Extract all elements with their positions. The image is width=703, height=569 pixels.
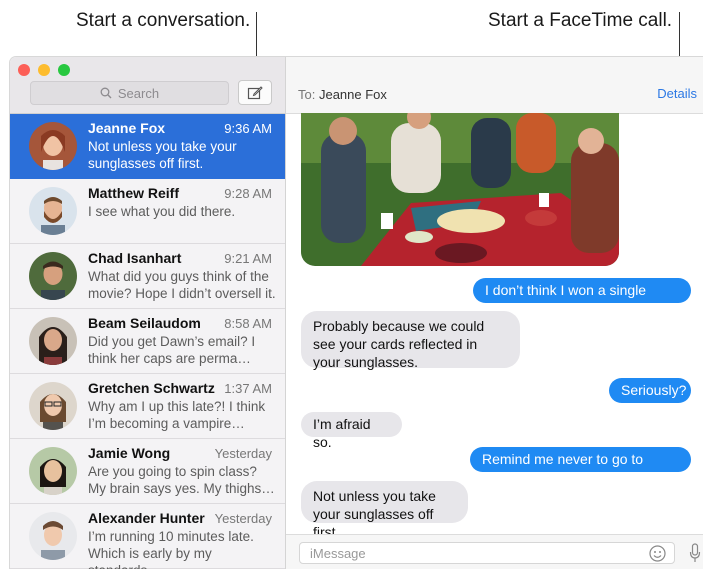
message-preview: Did you get Dawn’s email? I think her ca… <box>88 334 256 366</box>
search-input[interactable]: Search <box>30 81 229 105</box>
compose-icon <box>247 85 263 99</box>
message-preview: Not unless you take your sunglasses off … <box>88 139 237 171</box>
contact-name: Jeanne Fox <box>88 120 166 136</box>
avatar <box>29 512 77 560</box>
contact-name: Jamie Wong <box>88 445 171 461</box>
message-time: 1:37 AM <box>224 381 272 396</box>
message-preview: What did you guys think of the movie? Ho… <box>88 269 276 301</box>
sidebar-toolbar: Search <box>10 57 285 114</box>
avatar <box>29 382 77 430</box>
conversation-item[interactable]: Alexander Hunter Yesterday I’m running 1… <box>10 504 285 569</box>
minimize-window-button[interactable] <box>38 64 50 76</box>
message-time: Yesterday <box>214 446 272 461</box>
contact-name: Matthew Reiff <box>88 185 179 201</box>
conversation-item[interactable]: Chad Isanhart 9:21 AM What did you guys … <box>10 244 285 309</box>
conversation-item[interactable]: Jamie Wong Yesterday Are you going to sp… <box>10 439 285 504</box>
message-time: 9:28 AM <box>224 186 272 201</box>
contact-name: Beam Seilaudom <box>88 315 201 331</box>
conversation-item[interactable]: Jeanne Fox 9:36 AM Not unless you take y… <box>10 114 285 179</box>
message-time: 9:21 AM <box>224 251 272 266</box>
avatar <box>29 317 77 365</box>
messages-window: Search Jeanne Fox 9:36 AM Not unless you… <box>10 57 703 569</box>
close-window-button[interactable] <box>18 64 30 76</box>
to-prefix: To: <box>298 87 316 102</box>
message-time: Yesterday <box>214 511 272 526</box>
search-icon <box>100 87 112 99</box>
message-time: 8:58 AM <box>224 316 272 331</box>
message-bubble-incoming[interactable]: Probably because we could see your cards… <box>301 311 520 370</box>
avatar <box>29 252 77 300</box>
message-preview: I see what you did there. <box>88 204 236 219</box>
callout-start-facetime: Start a FaceTime call. <box>488 10 673 31</box>
contact-name: Gretchen Schwartz <box>88 380 215 396</box>
conversation-header: To: Jeanne Fox Details <box>286 57 703 114</box>
message-preview: Are you going to spin class? My brain sa… <box>88 464 275 496</box>
message-bubble-incoming[interactable]: I’m afraid so. <box>301 412 402 450</box>
message-bubble-outgoing[interactable]: I don’t think I won a single hand. <box>473 278 691 316</box>
recipient-field[interactable]: To: Jeanne Fox <box>298 87 387 102</box>
recipient-name: Jeanne Fox <box>318 87 387 102</box>
callout-start-conversation: Start a conversation. <box>76 10 251 31</box>
message-preview: I’m running 10 minutes late. Which is ea… <box>88 529 254 569</box>
message-bubble-outgoing[interactable]: Remind me never to go to Vegas. <box>470 447 691 485</box>
message-time: 9:36 AM <box>224 121 272 136</box>
conversation-item[interactable]: Beam Seilaudom 8:58 AM Did you get Dawn’… <box>10 309 285 374</box>
conversation-list: Jeanne Fox 9:36 AM Not unless you take y… <box>10 114 285 569</box>
shared-photo[interactable] <box>301 113 619 266</box>
contact-name: Chad Isanhart <box>88 250 182 266</box>
contact-name: Alexander Hunter <box>88 510 205 526</box>
message-bubble-incoming[interactable]: Not unless you take your sunglasses off … <box>301 481 468 540</box>
compose-button[interactable] <box>238 80 272 105</box>
emoji-icon[interactable] <box>649 545 666 562</box>
message-bubble-outgoing[interactable]: Seriously? <box>609 378 691 403</box>
message-input-bar: iMessage <box>286 534 703 569</box>
avatar <box>29 122 77 170</box>
zoom-window-button[interactable] <box>58 64 70 76</box>
avatar <box>29 447 77 495</box>
avatar <box>29 187 77 235</box>
message-preview: Why am I up this late?! I think I’m beco… <box>88 399 266 431</box>
conversation-item[interactable]: Matthew Reiff 9:28 AM I see what you did… <box>10 179 285 244</box>
message-input[interactable]: iMessage <box>299 542 675 564</box>
conversation-pane: To: Jeanne Fox Details I don’t think I w… <box>286 57 703 569</box>
conversation-item[interactable]: Gretchen Schwartz 1:37 AM Why am I up th… <box>10 374 285 439</box>
microphone-icon[interactable] <box>689 543 701 563</box>
details-button[interactable]: Details <box>657 86 697 101</box>
sidebar: Search Jeanne Fox 9:36 AM Not unless you… <box>10 57 286 569</box>
search-placeholder: Search <box>117 85 160 101</box>
